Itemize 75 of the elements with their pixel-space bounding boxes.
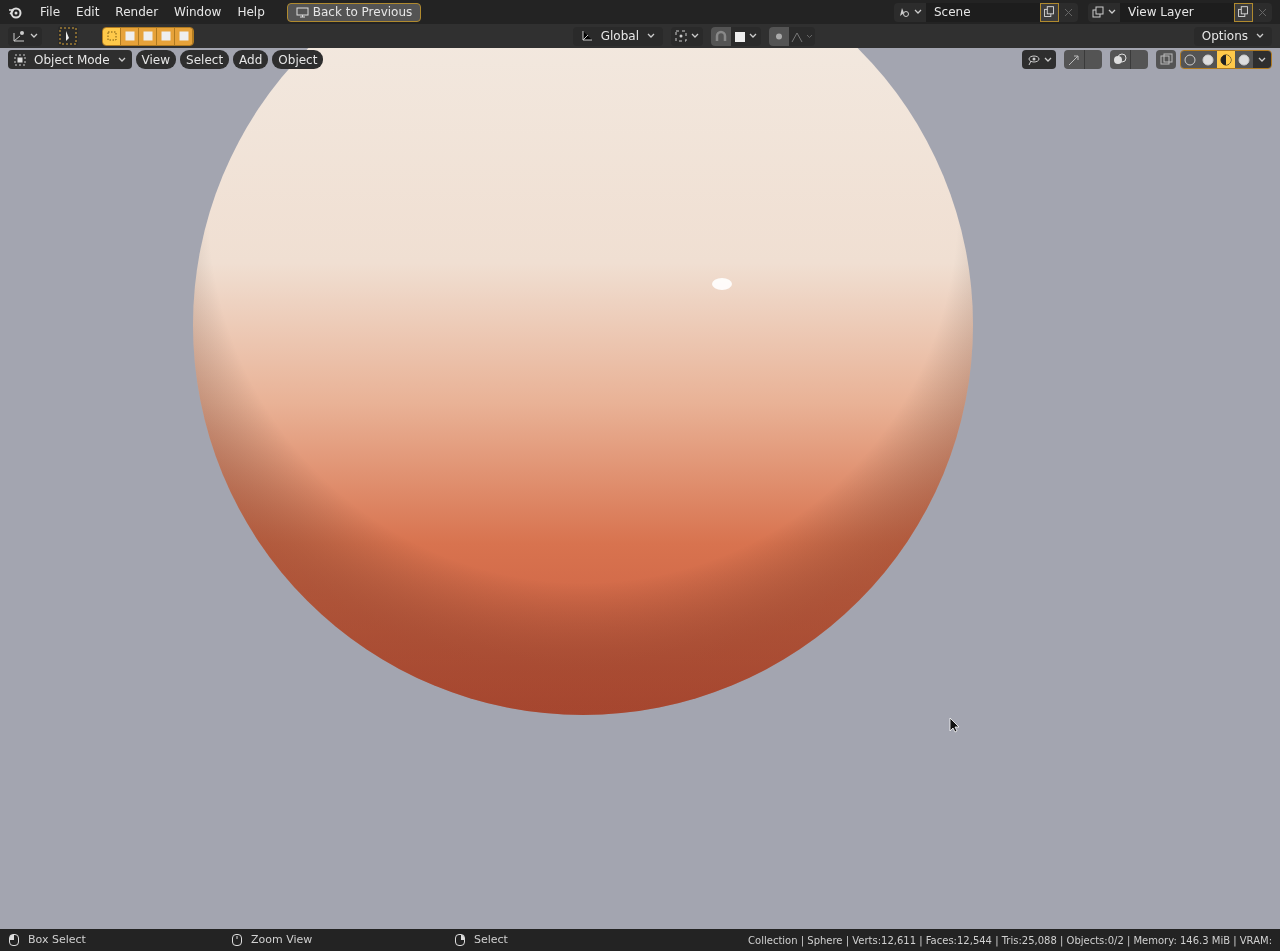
caret-icon	[1108, 9, 1116, 15]
mouse-icon	[231, 933, 243, 947]
sphere-icon	[1220, 53, 1232, 66]
menu-item[interactable]: Edit	[70, 3, 106, 21]
axes-icon	[12, 30, 26, 42]
viewport-menu-button[interactable]: Add	[233, 50, 269, 69]
3d-viewport[interactable]: Object Mode View Select Add Object	[0, 48, 1280, 929]
view-layer-name-field[interactable]: View Layer	[1120, 2, 1234, 22]
sphere-icon	[1202, 53, 1214, 66]
square-icon	[141, 30, 154, 42]
status-hint: Box Select	[28, 931, 86, 948]
shading-dropdown[interactable]	[1253, 51, 1271, 68]
status-hint: Select	[474, 931, 508, 948]
layers-icon	[1092, 6, 1104, 18]
monitor-icon	[295, 6, 309, 18]
mouse-icon	[454, 933, 466, 947]
pivot-point-dropdown[interactable]	[671, 26, 703, 46]
back-to-previous-button[interactable]: Back to Previous	[286, 2, 422, 22]
status-hint: Zoom View	[251, 931, 313, 948]
shading-mode-button[interactable]	[1199, 51, 1217, 68]
viewport-menu-button[interactable]: Object	[272, 50, 324, 69]
square-icon	[105, 30, 118, 42]
xray-icon[interactable]	[1156, 50, 1176, 69]
caret-icon	[749, 33, 757, 39]
pivot-icon	[675, 30, 687, 42]
caret-icon	[1044, 56, 1052, 63]
proportional-edit-icon[interactable]	[769, 26, 789, 46]
selection-mode-button[interactable]	[121, 27, 139, 45]
duplicate-icon[interactable]	[1040, 2, 1059, 22]
menu-item[interactable]: File	[34, 3, 67, 21]
selection-mode-button[interactable]	[175, 27, 193, 45]
scene-selector[interactable]	[894, 2, 926, 22]
viewport-menu-button[interactable]: Select	[180, 50, 230, 69]
menu-item[interactable]: Help	[231, 3, 271, 21]
snap-icon[interactable]	[711, 26, 731, 46]
overlays-icon[interactable]	[1110, 50, 1130, 69]
caret-icon	[914, 9, 922, 15]
eye-icon	[1026, 53, 1040, 66]
app-logo-icon[interactable]	[8, 5, 22, 19]
selection-mode-button[interactable]	[157, 27, 175, 45]
square-icon	[123, 30, 136, 42]
caret-icon	[1256, 33, 1264, 39]
mode-dropdown[interactable]: Object Mode	[8, 50, 132, 69]
mouse-cursor-icon	[949, 717, 960, 733]
axes-icon	[580, 30, 593, 42]
options-dropdown[interactable]: Options	[1193, 26, 1272, 46]
sphere-icon	[1238, 53, 1250, 66]
scene-name-field[interactable]: Scene	[926, 2, 1040, 22]
menu-item[interactable]: Render	[109, 3, 165, 21]
sphere-icon	[1184, 53, 1196, 66]
square-icon	[177, 30, 190, 42]
orientation-dropdown[interactable]: Global	[572, 26, 663, 46]
scene-statistics: Collection | Sphere | Verts:12,611 | Faces:12,544 | Tris:25,088 | Objects:0/2 | Memory: 146.3 MiB | VRAM:	[748, 933, 1272, 948]
scene-icon	[898, 6, 910, 18]
mouse-icon	[8, 933, 20, 947]
editor-type-selector[interactable]	[8, 26, 42, 46]
caret-icon	[30, 33, 38, 39]
object-icon	[14, 53, 26, 66]
visibility-dropdown[interactable]	[1022, 50, 1056, 69]
shading-mode-button[interactable]	[1235, 51, 1253, 68]
caret-icon	[691, 33, 699, 39]
caret-icon	[647, 33, 655, 39]
caret-icon	[1258, 56, 1266, 63]
select-tool-icon[interactable]	[58, 26, 78, 46]
menu-item[interactable]: Window	[168, 3, 228, 21]
view-layer-selector[interactable]	[1088, 2, 1120, 22]
caret-icon	[117, 56, 126, 63]
square-icon	[159, 30, 172, 42]
shading-mode-button[interactable]	[1217, 51, 1235, 68]
selection-mode-button[interactable]	[139, 27, 157, 45]
gizmo-dropdown[interactable]	[1084, 50, 1102, 69]
selection-mode-button[interactable]	[103, 27, 121, 45]
gizmo-icon[interactable]	[1064, 50, 1084, 69]
viewport-menu-button[interactable]: View	[135, 50, 177, 69]
duplicate-icon[interactable]	[1234, 2, 1253, 22]
